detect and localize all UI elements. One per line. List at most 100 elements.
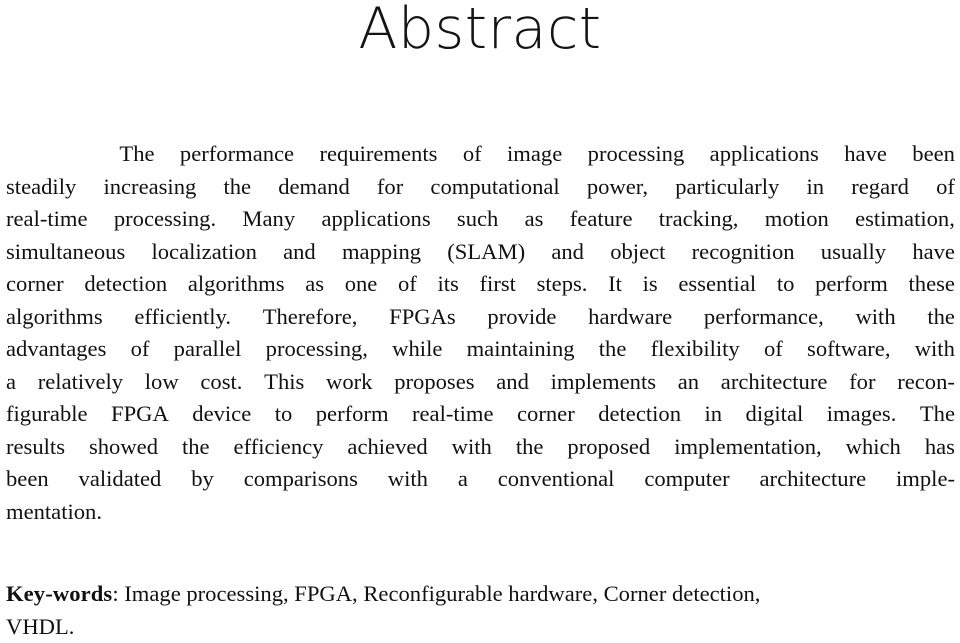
abstract-line: beenvalidatedbycomparisonswithaconventio… xyxy=(6,463,955,496)
word: images. xyxy=(827,398,897,431)
word: performance xyxy=(180,138,294,171)
word: been xyxy=(6,463,49,496)
word: software, xyxy=(807,333,890,366)
word: The xyxy=(920,398,955,431)
word: real-time xyxy=(412,398,494,431)
word: while xyxy=(392,333,442,366)
keywords-separator: : xyxy=(112,581,124,606)
word: regard xyxy=(851,171,909,204)
word: estimation, xyxy=(855,203,955,236)
word: parallel xyxy=(174,333,242,366)
word: of xyxy=(398,268,417,301)
abstract-line: arelativelylowcost.Thisworkproposesandim… xyxy=(6,366,955,399)
word: applications xyxy=(321,203,430,236)
word: of xyxy=(936,171,955,204)
word: digital xyxy=(746,398,804,431)
abstract-line: steadilyincreasingthedemandforcomputatio… xyxy=(6,171,955,204)
abstract-line: Theperformancerequirementsofimageprocess… xyxy=(6,138,955,171)
word: of xyxy=(764,333,783,366)
word: flexibility xyxy=(651,333,740,366)
word: corner xyxy=(6,268,64,301)
word: with xyxy=(915,333,955,366)
keywords-label: Key-words xyxy=(6,581,112,606)
word: as xyxy=(305,268,324,301)
word: This xyxy=(264,366,304,399)
word: architecture xyxy=(721,366,828,399)
word: perform xyxy=(815,268,888,301)
word: particularly xyxy=(675,171,779,204)
word: demand xyxy=(278,171,350,204)
word: architecture xyxy=(760,463,867,496)
word: figurable xyxy=(6,398,88,431)
word: hardware xyxy=(588,301,672,334)
word: efficiency xyxy=(234,431,324,464)
word: with xyxy=(388,463,428,496)
word: the xyxy=(516,431,544,464)
word: steadily xyxy=(6,171,76,204)
word: Therefore, xyxy=(263,301,358,334)
word: processing. xyxy=(114,203,216,236)
word: power, xyxy=(587,171,648,204)
word: is xyxy=(643,268,658,301)
word: detection xyxy=(84,268,167,301)
word: recognition xyxy=(692,236,795,269)
word: object xyxy=(610,236,665,269)
word: increasing xyxy=(103,171,196,204)
word: in xyxy=(704,398,722,431)
word: have xyxy=(844,138,887,171)
word: tracking, xyxy=(659,203,739,236)
word: recon- xyxy=(897,366,955,399)
word: FPGAs xyxy=(389,301,456,334)
word: image xyxy=(507,138,562,171)
word: showed xyxy=(89,431,158,464)
word: provide xyxy=(487,301,556,334)
word: its xyxy=(437,268,458,301)
word: a xyxy=(6,366,16,399)
word: the xyxy=(927,301,955,334)
document-page: Abstract Theperformancerequirementsofima… xyxy=(0,0,960,640)
word: proposes xyxy=(394,366,474,399)
word: FPGA xyxy=(111,398,169,431)
word: Many xyxy=(242,203,295,236)
word: real-time xyxy=(6,203,88,236)
word: processing xyxy=(588,138,685,171)
word: (SLAM) xyxy=(447,236,525,269)
word: implementation, xyxy=(674,431,821,464)
page-title: Abstract xyxy=(0,0,960,60)
keywords-list-line-1: Image processing, FPGA, Reconfigurable h… xyxy=(124,581,760,606)
word: steps. xyxy=(537,268,588,301)
abstract-line: real-time processing. Many applications such… xyxy=(6,203,955,236)
word: algorithms xyxy=(6,301,103,334)
word: mapping xyxy=(342,236,421,269)
word: advantages xyxy=(6,333,106,366)
abstract-line: simultaneouslocalizationandmapping(SLAM)… xyxy=(6,236,955,269)
word: computer xyxy=(644,463,729,496)
word: corner xyxy=(517,398,575,431)
abstract-line: resultsshowedtheefficiencyachievedwithth… xyxy=(6,431,955,464)
word: such xyxy=(457,203,498,236)
word: which xyxy=(846,431,901,464)
word: low xyxy=(145,366,179,399)
word: been xyxy=(912,138,955,171)
word: simultaneous xyxy=(6,236,125,269)
word: conventional xyxy=(498,463,615,496)
word: and xyxy=(551,236,584,269)
word: have xyxy=(912,236,955,269)
word: one xyxy=(345,268,378,301)
abstract-line: figurableFPGAdevicetoperformreal-timecor… xyxy=(6,398,955,431)
word: the xyxy=(599,333,627,366)
word: results xyxy=(6,431,65,464)
word: imple- xyxy=(896,463,955,496)
word: performance, xyxy=(704,301,824,334)
word: of xyxy=(463,138,482,171)
abstract-line: algorithmsefficiently.Therefore,FPGAspro… xyxy=(6,301,955,334)
word: It xyxy=(608,268,622,301)
word: detection xyxy=(598,398,681,431)
word: the xyxy=(223,171,251,204)
word: maintaining xyxy=(467,333,575,366)
word: the xyxy=(182,431,210,464)
word: and xyxy=(283,236,316,269)
word: for xyxy=(849,366,875,399)
word: mentation. xyxy=(6,496,102,529)
word: The xyxy=(119,138,154,171)
